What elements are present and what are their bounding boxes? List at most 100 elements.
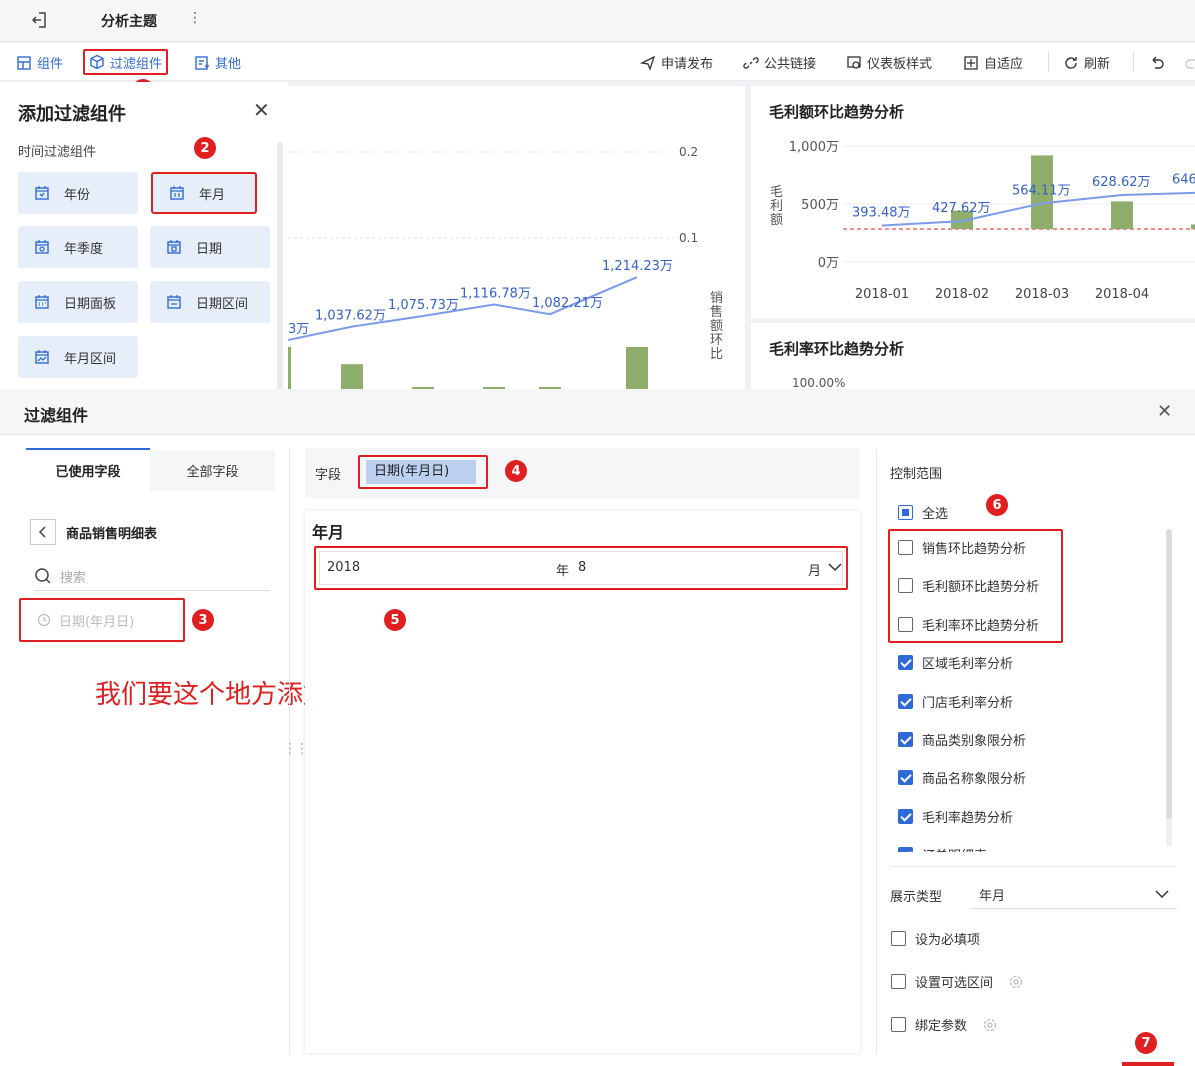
scope-item[interactable]: 毛利额环比趋势分析 — [898, 576, 1039, 595]
scope-item[interactable]: 销售环比趋势分析 — [898, 538, 1026, 557]
scope-item[interactable]: 毛利率环比趋势分析 — [898, 615, 1039, 634]
scope-item-checkbox[interactable] — [898, 655, 913, 671]
scope-scrollbar[interactable] — [1166, 529, 1172, 847]
select-all-checkbox[interactable]: 全选 — [898, 503, 948, 522]
scope-divider — [890, 866, 1175, 867]
display-type-label: 展示类型 — [890, 890, 943, 905]
scope-title: 控制范围 — [890, 467, 943, 482]
close-icon[interactable]: ✕ — [1157, 401, 1172, 422]
scope-item-checkbox[interactable] — [898, 616, 913, 632]
scope-item-checkbox[interactable] — [898, 770, 913, 786]
gear-icon[interactable] — [982, 1017, 998, 1033]
range-box[interactable] — [891, 974, 906, 989]
gear-icon[interactable] — [1008, 974, 1024, 990]
page-title: 分析主题 — [101, 14, 157, 30]
display-type-select[interactable]: 年月 — [971, 881, 1177, 909]
filter-date-panel-button[interactable]: 日期面板 — [18, 281, 138, 323]
scope-item-checkbox[interactable] — [898, 578, 913, 594]
drag-handle-icon[interactable]: ⋮⋮ — [283, 741, 309, 757]
close-icon[interactable]: ✕ — [253, 100, 270, 120]
x-tick-label: 2018-03 — [1015, 287, 1069, 302]
public-link-label: 公共链接 — [764, 57, 817, 72]
scope-item-checkbox[interactable] — [898, 693, 913, 709]
required-box[interactable] — [891, 931, 906, 946]
scope-item[interactable]: 毛利率趋势分析 — [898, 807, 1013, 826]
table-breadcrumb[interactable]: 商品销售明细表 — [30, 519, 157, 545]
select-all-box[interactable] — [898, 505, 913, 520]
back-chevron-icon[interactable] — [30, 519, 56, 545]
time-filter-section: 时间过滤组件 — [18, 145, 97, 160]
clock-icon — [37, 613, 51, 627]
filter-year-month-range-button[interactable]: 年月区间 — [18, 336, 138, 378]
scope-item-checkbox[interactable] — [898, 540, 913, 555]
public-link-button[interactable]: 公共链接 — [743, 53, 816, 72]
sales-chart-card[interactable]: 0.30.20.13万1,037.62万1,075.73万1,116.78万1,… — [288, 86, 745, 390]
required-checkbox[interactable]: 设为必填项 — [891, 929, 980, 948]
scope-item-checkbox[interactable] — [898, 808, 913, 824]
column-divider — [876, 449, 877, 1054]
step-badge-5: 5 — [384, 609, 406, 631]
exit-icon[interactable] — [30, 11, 48, 29]
field-item-label: 日期(年月日) — [59, 614, 135, 630]
chevron-down-icon[interactable] — [1155, 889, 1169, 899]
request-publish-button[interactable]: 申请发布 — [640, 53, 713, 72]
filter-year-quarter-button[interactable]: 年季度 — [18, 226, 138, 268]
filter-component-dialog: 过滤组件 ✕ 已使用字段 全部字段 商品销售明细表 搜索 日期(年月日) 3 我… — [0, 389, 1195, 1066]
scope-item-checkbox[interactable] — [898, 847, 913, 852]
rate-chart-title: 毛利率环比趋势分析 — [769, 340, 905, 358]
component-icon — [16, 55, 32, 71]
panel-scrollbar[interactable] — [277, 142, 283, 390]
filter-cube-icon — [89, 54, 105, 70]
component-button[interactable]: 组件 — [16, 53, 63, 72]
adaptive-icon — [963, 55, 979, 71]
scope-item-checkbox[interactable] — [898, 732, 913, 747]
scope-item[interactable]: 商品类别象限分析 — [898, 730, 1026, 749]
toolbar-divider — [1048, 52, 1049, 72]
range-checkbox[interactable]: 设置可选区间 — [891, 972, 1024, 991]
tab-all-fields[interactable]: 全部字段 — [150, 450, 275, 491]
gross-rate-chart-card[interactable]: 毛利率环比趋势分析 100.00% — [751, 323, 1195, 390]
search-input[interactable]: 搜索 — [60, 567, 86, 586]
bar — [288, 347, 291, 390]
redo-icon[interactable] — [1184, 54, 1195, 70]
confirm-button-edge[interactable] — [1122, 1062, 1174, 1066]
add-filter-panel: 添加过滤组件 ✕ 时间过滤组件 年份 年月 年季度 日期 日期面板 日期区间 年… — [0, 82, 288, 390]
bind-param-checkbox[interactable]: 绑定参数 — [891, 1015, 998, 1034]
dashboard-style-button[interactable]: 仪表板样式 — [846, 53, 932, 72]
other-button[interactable]: 其他 — [194, 53, 241, 72]
undo-icon[interactable] — [1149, 54, 1165, 70]
filter-year-month-button[interactable]: 年月 — [151, 172, 257, 214]
more-menu-icon[interactable]: ⋮ — [188, 10, 202, 26]
field-chip-box[interactable]: 日期(年月日) — [358, 455, 488, 489]
scope-item-label: 商品类别象限分析 — [922, 734, 1027, 749]
filter-year-button[interactable]: 年份 — [18, 172, 138, 214]
adaptive-button[interactable]: 自适应 — [963, 53, 1023, 72]
data-label: 427.62万 — [932, 201, 991, 216]
refresh-button[interactable]: 刷新 — [1063, 53, 1110, 72]
scope-item[interactable]: 区域毛利率分析 — [898, 653, 1013, 672]
step-badge-2: 2 — [194, 137, 216, 159]
scope-item[interactable]: 门店毛利率分析 — [898, 692, 1013, 711]
year-value[interactable]: 2018 — [327, 560, 360, 575]
filter-date-button[interactable]: 日期 — [150, 226, 270, 268]
refresh-icon — [1063, 55, 1079, 71]
scope-item-label: 毛利率趋势分析 — [922, 810, 1014, 826]
scope-item[interactable]: 订单明细表 — [898, 845, 987, 852]
filter-component-button[interactable]: 过滤组件 — [83, 49, 169, 75]
field-search[interactable]: 搜索 — [34, 562, 270, 591]
data-label: 646 — [1172, 173, 1195, 188]
gross-profit-chart-card[interactable]: 毛利额环比趋势分析 毛利额 1,000万 500万 0万 393.48万 427.62万… — [751, 86, 1195, 318]
y2-tick-label: 0.1 — [679, 231, 698, 245]
scope-item[interactable]: 商品名称象限分析 — [898, 768, 1026, 787]
year-month-picker[interactable]: 2018 年 8 月 — [314, 546, 848, 590]
chevron-down-icon[interactable] — [828, 562, 842, 572]
filter-date-range-button[interactable]: 日期区间 — [150, 281, 270, 323]
tab-used-fields[interactable]: 已使用字段 — [26, 448, 150, 491]
calendar-icon — [166, 294, 182, 310]
field-item-date[interactable]: 日期(年月日) — [19, 598, 185, 642]
scope-item-label: 毛利额环比趋势分析 — [922, 580, 1040, 596]
month-value[interactable]: 8 — [578, 560, 586, 575]
field-chip[interactable]: 日期(年月日) — [366, 460, 476, 484]
data-label: 393.48万 — [852, 206, 911, 221]
bind-param-box[interactable] — [891, 1017, 906, 1032]
